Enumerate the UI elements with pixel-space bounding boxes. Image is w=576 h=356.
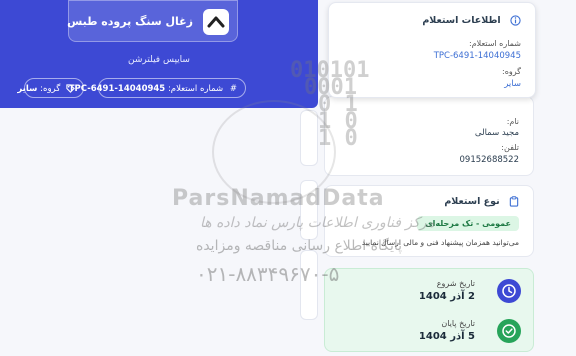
side-tab-top[interactable] — [300, 110, 318, 166]
side-tab-bottom[interactable] — [300, 250, 318, 320]
contact-card: نام: مجید سمالی تلفن: 09152688522 — [324, 96, 534, 176]
group-chip: گروه: سایر — [17, 78, 84, 98]
contact-phone-value: 09152688522 — [459, 155, 520, 165]
contact-phone-label: تلفن: — [501, 143, 519, 152]
tender-type-card: نوع استعلام عمومی - تک مرحله‌ای می‌توانی… — [324, 185, 534, 257]
tender-info-title-text: اطلاعات استعلام — [422, 15, 501, 26]
company-logo-icon — [203, 9, 229, 35]
end-date-label: تاریخ پایان — [441, 319, 475, 328]
tender-number-label: شماره استعلام: — [167, 84, 224, 94]
tender-info-card: اطلاعات استعلام شماره استعلام: TPC-6491-… — [328, 2, 536, 98]
end-date-row: تاریخ پایان 5 آذر 1404 — [325, 313, 535, 353]
dates-card: تاریخ شروع 2 آذر 1404 تاریخ پایان 5 آذر … — [324, 268, 534, 352]
tender-info-title: اطلاعات استعلام — [422, 15, 521, 26]
info-group-label: گروه: — [502, 67, 521, 76]
side-tab-middle[interactable] — [300, 180, 318, 240]
info-tender-number-value[interactable]: TPC-6491-14040945 — [434, 51, 521, 61]
group-label: گروه: — [40, 84, 61, 94]
company-header: زغال سنگ پروده طبس سایپس فیلترشن # شماره… — [0, 0, 318, 108]
check-circle-icon — [497, 319, 521, 343]
tender-type-title-text: نوع استعلام — [444, 196, 500, 207]
hash-icon: # — [229, 84, 237, 94]
company-name: زغال سنگ پروده طبس — [67, 15, 193, 28]
clipboard-icon — [506, 196, 519, 207]
tender-type-title: نوع استعلام — [444, 196, 519, 207]
contact-name-value: مجید سمالی — [474, 128, 519, 138]
start-date-row: تاریخ شروع 2 آذر 1404 — [325, 273, 535, 313]
sidebar: نام: مجید سمالی تلفن: 09152688522 اطلاعا… — [324, 0, 576, 356]
tag-icon — [63, 84, 75, 94]
start-date-value: 2 آذر 1404 — [418, 291, 475, 302]
main-panel: زغال سنگ پروده طبس سایپس فیلترشن # شماره… — [0, 0, 320, 356]
contact-name-label: نام: — [506, 117, 519, 126]
tender-type-badge: عمومی - تک مرحله‌ای — [417, 216, 519, 231]
tender-number-chip: # شماره استعلام: TPC-6491-14040945 — [69, 78, 246, 98]
clock-icon — [497, 279, 521, 303]
group-value: سایر — [17, 84, 38, 94]
tender-type-note: می‌توانید همزمان پیشنهاد فنی و مالی ارسا… — [361, 238, 519, 247]
start-date-label: تاریخ شروع — [436, 279, 475, 288]
info-icon — [507, 15, 521, 26]
end-date-value: 5 آذر 1404 — [418, 331, 475, 342]
info-group-value[interactable]: سایر — [504, 79, 521, 89]
company-button[interactable]: زغال سنگ پروده طبس — [67, 0, 238, 42]
company-subtitle: سایپس فیلترشن — [128, 55, 190, 65]
info-tender-number-label: شماره استعلام: — [469, 39, 521, 48]
